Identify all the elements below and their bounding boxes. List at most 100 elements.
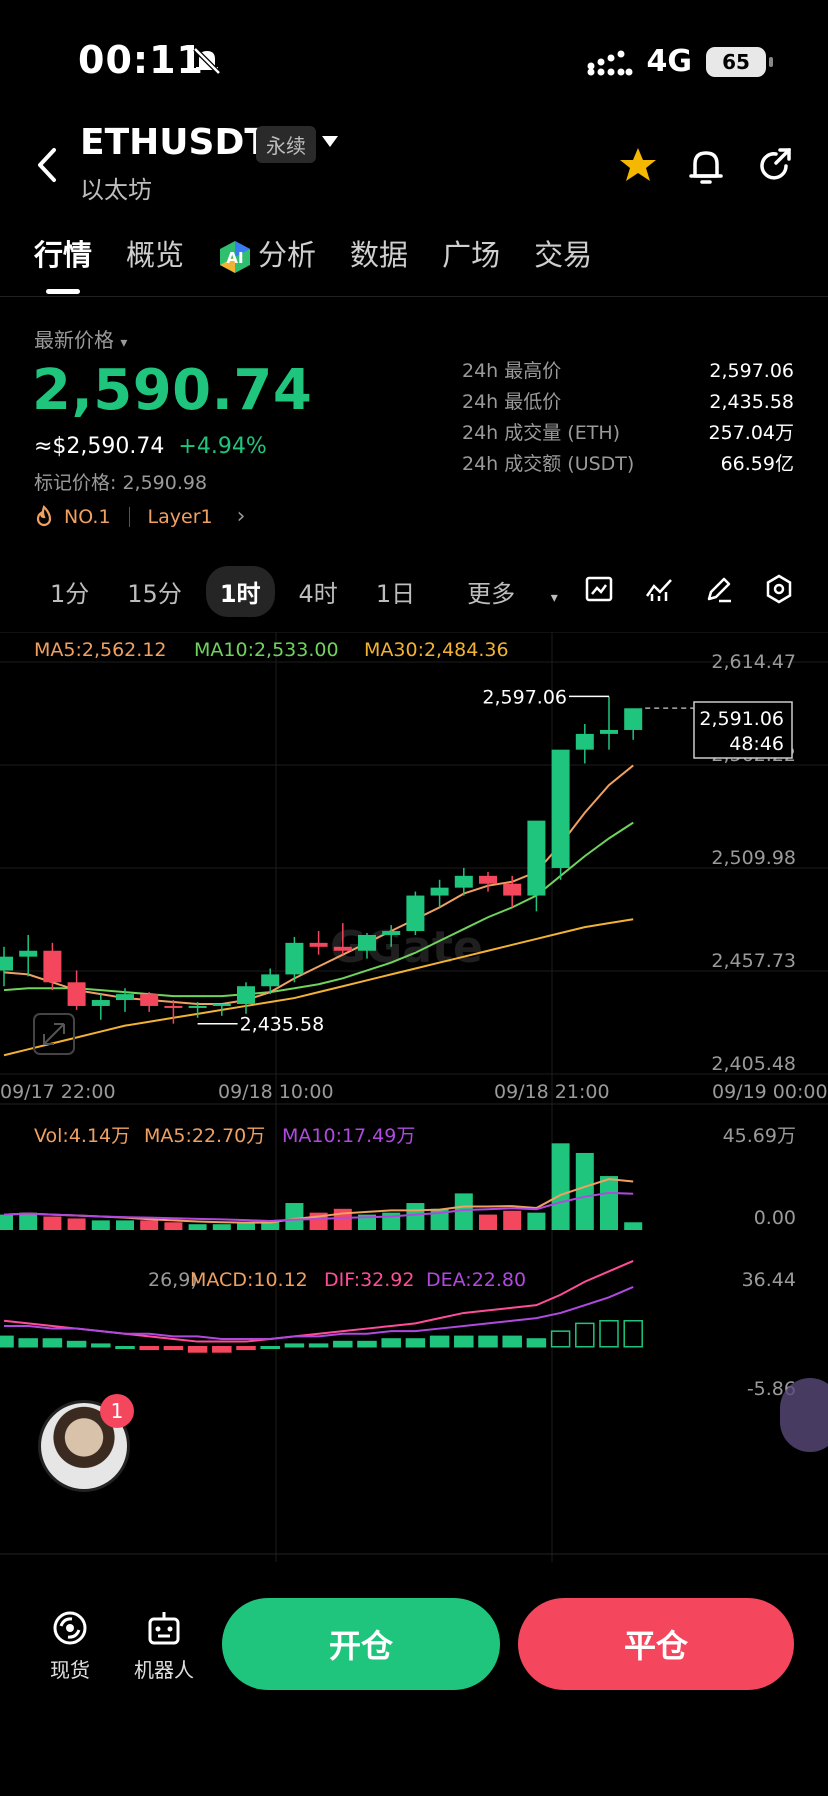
stat-high: 24h 最高价 2,597.06 [462,360,794,382]
interval-1m[interactable]: 1分 [36,566,103,617]
dea-line [4,1286,634,1340]
stat-low: 24h 最低价 2,435.58 [462,391,794,413]
volume-bar [19,1212,38,1230]
chevron-down-icon[interactable] [322,136,338,147]
volume-bar [527,1212,546,1230]
tags-row[interactable]: NO.1 Layer1 › [34,504,245,529]
open-position-button[interactable]: 开仓 [222,1598,500,1690]
macd-histogram-bar [333,1340,353,1348]
candle [212,1003,231,1006]
ai-icon: AI [220,241,251,273]
tab-trade[interactable]: 交易 [534,232,592,274]
y-tick-label: 2,457.73 [711,950,796,972]
countdown-label: 48:46 [729,733,784,755]
macd-histogram-bar [91,1343,111,1348]
candle [43,950,62,983]
macd-histogram-bar [526,1338,547,1348]
mark-price: 标记价格: 2,590.98 [34,472,208,494]
share-icon[interactable] [756,146,794,184]
price-label[interactable]: 最新价格 ▾ [34,324,127,353]
interval-1d[interactable]: 1日 [362,566,429,617]
x-tick-label: 09/17 22:00 [0,1081,116,1103]
candle [503,883,522,896]
ma-label: MA10:2,533.00 [194,639,339,661]
volume-bar [551,1143,570,1230]
candle [285,942,304,975]
settings-icon[interactable] [764,574,794,604]
macd-histogram-bar [66,1340,87,1348]
watermark: GGate [330,922,483,973]
main-tabs: 行情 概览 AI 分析 数据 广场 交易 [34,232,592,294]
chevron-right-icon: › [236,504,246,529]
bell-icon[interactable] [688,146,724,186]
interval-more[interactable]: 更多 ▾ [439,566,586,617]
x-tick-label: 09/19 00:00 [712,1081,828,1103]
fullscreen-chart-icon[interactable] [584,574,614,604]
macd-histogram-bar [284,1343,305,1348]
macd-histogram-bar [163,1346,184,1351]
spot-button[interactable]: 现货 [50,1608,90,1683]
macd-label: DIF:32.92 [324,1269,414,1291]
volume-bar [479,1214,497,1230]
macd-histogram-bar [0,1335,14,1348]
usd-price: ≈$2,590.74 +4.94% [34,434,267,459]
macd-histogram-bar [212,1346,232,1353]
interval-4h[interactable]: 4时 [285,566,352,617]
candle [551,749,570,868]
y-tick-label: 2,614.47 [711,651,796,673]
candle [430,887,449,896]
battery-icon: 65 [706,46,773,77]
robot-button[interactable]: 机器人 [134,1608,194,1683]
rank-tag: NO.1 [64,505,111,528]
candle [479,875,497,884]
volume-bar [406,1203,425,1230]
tab-data[interactable]: 数据 [350,232,408,274]
volume-label: Vol:4.14万 [34,1125,130,1147]
macd-histogram-bar [357,1340,377,1348]
interval-15m[interactable]: 15分 [113,566,196,617]
draw-icon[interactable] [704,574,734,604]
candle [309,942,328,947]
indicator-icon[interactable] [644,574,674,604]
close-position-button[interactable]: 平仓 [518,1598,794,1690]
symbol-title[interactable]: ETHUSDT [80,122,269,163]
back-icon[interactable] [34,146,60,184]
volume-bar [575,1152,594,1230]
volume-bar [600,1176,618,1230]
candle [67,982,86,1006]
interval-1h[interactable]: 1时 [205,566,275,617]
candle [19,950,38,957]
macd-histogram-bar [18,1338,38,1348]
macd-histogram-bar [454,1335,474,1348]
tab-overview[interactable]: 概览 [126,232,184,274]
tab-market[interactable]: 行情 [34,232,92,294]
volume-bar [43,1216,62,1230]
candle [164,1005,183,1008]
floating-bubble[interactable] [780,1378,828,1452]
volume-bar [285,1203,304,1230]
flame-icon [36,504,52,526]
candle [333,946,352,951]
notification-badge: 1 [100,1394,134,1428]
candle [527,820,546,896]
macd-histogram-bar [187,1346,208,1353]
volume-bar [140,1220,159,1230]
macd-histogram-bar [550,1330,571,1348]
star-icon[interactable] [618,146,658,184]
high-marker-label: 2,597.06 [482,686,567,708]
tab-square[interactable]: 广场 [442,232,500,274]
macd-histogram-bar [575,1322,595,1348]
category-tag: Layer1 [147,505,213,528]
candle [406,895,425,932]
volume-bar [91,1220,110,1230]
ma-label: MA5:2,562.12 [34,639,167,661]
candle [575,733,594,750]
macd-histogram-bar [381,1338,401,1348]
volume-bar [116,1220,134,1230]
x-tick-label: 09/18 10:00 [218,1081,334,1103]
tab-analysis[interactable]: AI 分析 [218,232,316,274]
network-type: 4G [646,44,693,79]
coin-name: 以太坊 [80,176,152,204]
volume-bar [188,1224,207,1230]
macd-histogram-bar [236,1346,256,1351]
